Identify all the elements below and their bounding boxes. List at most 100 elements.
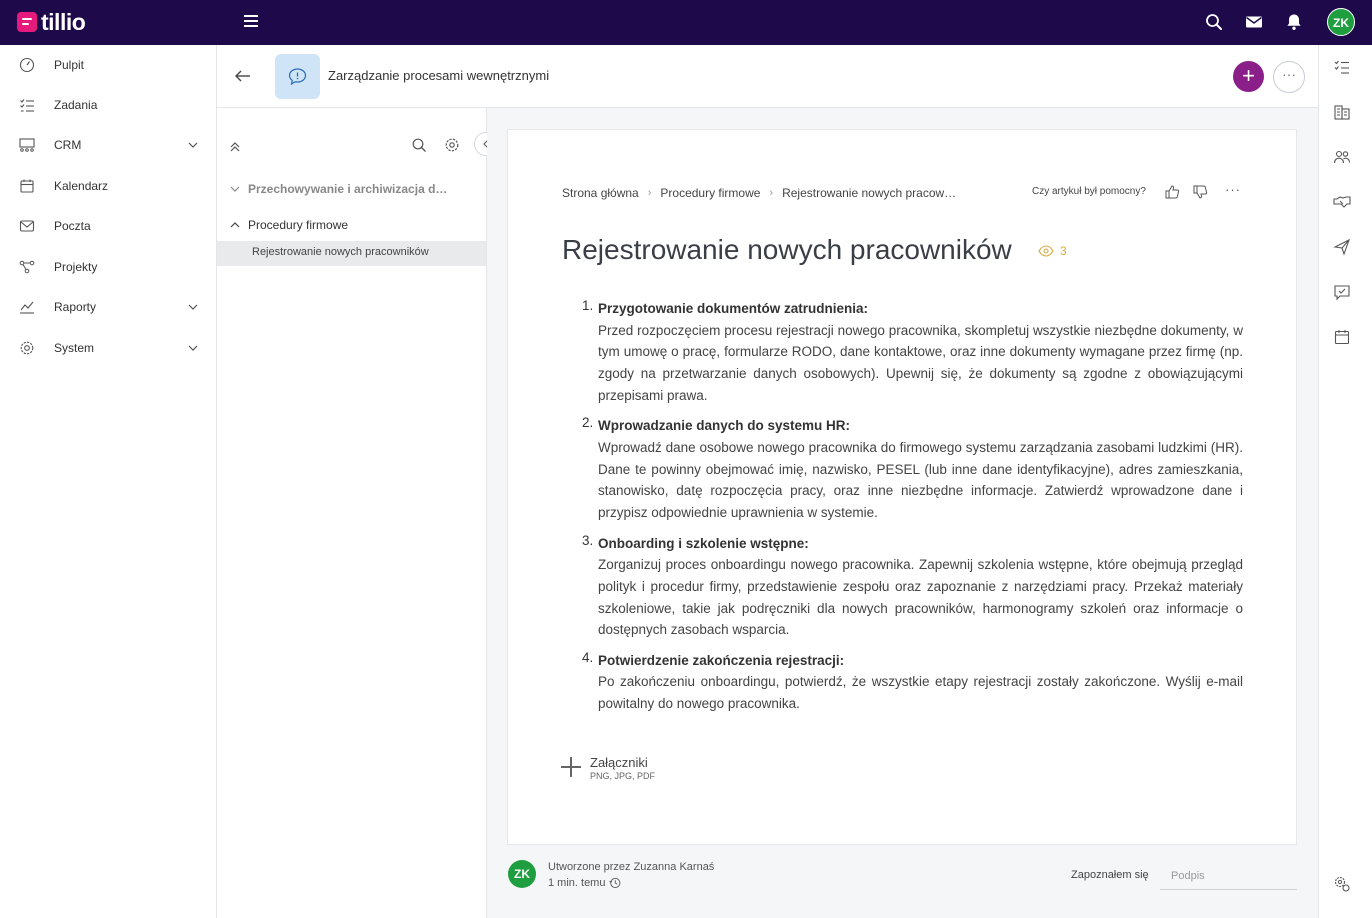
calendar-icon — [20, 179, 34, 193]
breadcrumb-item[interactable]: Procedury firmowe — [660, 186, 760, 200]
sidebar-item-poczta[interactable]: Poczta — [0, 208, 216, 244]
bell-icon[interactable] — [1284, 12, 1304, 32]
created-time-value: 1 min. temu — [548, 877, 606, 889]
calendar-icon[interactable] — [1333, 328, 1351, 346]
tree-node-procedures[interactable]: Procedury firmowe — [217, 212, 486, 238]
menu-toggle-button[interactable] — [244, 15, 258, 27]
step-title: Onboarding i szkolenie wstępne: — [598, 535, 809, 551]
hamburger-icon — [244, 15, 258, 17]
article-menu-button[interactable]: ··· — [1225, 182, 1241, 197]
handshake-icon[interactable] — [1333, 193, 1351, 211]
step-item: 2. Wprowadzanie danych do systemu HR: Wp… — [562, 415, 1243, 523]
sidebar-item-kalendarz[interactable]: Kalendarz — [0, 168, 216, 204]
sidebar-item-label: Projekty — [54, 260, 98, 274]
settings-user-icon[interactable] — [1333, 875, 1351, 893]
sidebar-item-raporty[interactable]: Raporty — [0, 289, 216, 325]
sidebar-item-label: CRM — [54, 138, 82, 152]
sidebar-item-zadania[interactable]: Zadania — [0, 87, 216, 123]
reports-icon — [20, 301, 34, 314]
sidebar-item-label: Kalendarz — [54, 179, 109, 193]
back-arrow-icon[interactable] — [234, 67, 252, 85]
view-count-value: 3 — [1060, 244, 1067, 258]
collapse-all-icon[interactable] — [227, 139, 243, 155]
step-text: Przed rozpoczęciem procesu rejestracji n… — [598, 322, 1243, 403]
tree-node-label: Przechowywanie i archiwizacja dokumentów — [248, 182, 453, 196]
created-time: 1 min. temu — [548, 877, 621, 889]
add-button[interactable]: + — [1233, 61, 1264, 92]
chevron-up-icon[interactable] — [230, 220, 240, 230]
step-item: 1. Przygotowanie dokumentów zatrudnienia… — [562, 298, 1243, 406]
history-icon[interactable] — [609, 877, 621, 889]
mail-icon — [19, 220, 35, 232]
chevron-down-icon[interactable] — [188, 140, 198, 150]
breadcrumb-item[interactable]: Strona główna — [562, 186, 639, 200]
tree-panel: Przechowywanie i archiwizacja dokumentów… — [217, 108, 487, 918]
step-text: Po zakończeniu onboardingu, potwierdź, ż… — [598, 674, 1243, 712]
sidebar-item-system[interactable]: System — [0, 330, 216, 366]
crm-icon — [19, 138, 35, 152]
more-options-button[interactable]: ··· — [1273, 61, 1305, 93]
send-icon[interactable] — [1333, 238, 1351, 256]
projects-icon — [19, 260, 35, 274]
step-text: Zorganizuj proces onboardingu nowego pra… — [598, 557, 1243, 638]
breadcrumb-current: Rejestrowanie nowych pracowników — [782, 186, 963, 200]
signature-input[interactable] — [1160, 862, 1297, 890]
gear-icon[interactable] — [444, 137, 460, 153]
building-icon[interactable] — [1333, 103, 1351, 121]
helpful-question: Czy artykuł był pomocny? — [1032, 186, 1146, 197]
dashboard-icon — [19, 57, 35, 73]
sidebar-item-label: Zadania — [54, 98, 98, 112]
step-title: Potwierdzenie zakończenia rejestracji: — [598, 652, 845, 668]
mail-icon[interactable] — [1244, 12, 1264, 32]
users-icon[interactable] — [1333, 148, 1351, 166]
sidebar-item-pulpit[interactable]: Pulpit — [0, 47, 216, 83]
breadcrumb-separator-icon: › — [647, 187, 652, 199]
top-bar: tillio ZK — [0, 0, 1372, 45]
article-steps: 1. Przygotowanie dokumentów zatrudnienia… — [562, 298, 1243, 724]
comment-check-icon[interactable] — [1333, 283, 1351, 301]
sidebar-item-label: System — [54, 341, 95, 355]
tree-node-label: Procedury firmowe — [248, 218, 349, 232]
app-name: tillio — [41, 9, 86, 35]
breadcrumb-separator-icon: › — [769, 187, 774, 199]
app-logo[interactable]: tillio — [17, 9, 86, 35]
plus-icon — [561, 755, 581, 777]
sidebar-item-label: Poczta — [54, 219, 91, 233]
search-icon[interactable] — [411, 137, 427, 153]
sidebar: Pulpit Zadania CRM Kalendarz Poczta Proj… — [0, 45, 217, 918]
search-icon[interactable] — [1204, 12, 1224, 32]
sidebar-item-label: Raporty — [54, 300, 97, 314]
chevron-down-icon[interactable] — [188, 343, 198, 353]
step-text: Wprowadź dane osobowe nowego pracownika … — [598, 439, 1243, 520]
sidebar-item-crm[interactable]: CRM — [0, 127, 216, 163]
view-count: 3 — [1038, 244, 1067, 258]
sidebar-item-projekty[interactable]: Projekty — [0, 249, 216, 285]
user-avatar[interactable]: ZK — [1327, 8, 1355, 36]
right-rail — [1318, 45, 1372, 918]
tasks-icon[interactable] — [1333, 58, 1351, 76]
add-attachment-button[interactable]: Załączniki PNG, JPG, PDF — [561, 755, 655, 781]
tree-node-archive[interactable]: Przechowywanie i archiwizacja dokumentów — [217, 176, 486, 202]
chevron-down-icon[interactable] — [188, 302, 198, 312]
thumbs-down-icon[interactable] — [1192, 184, 1208, 200]
step-number: 3. — [582, 532, 594, 548]
step-number: 4. — [582, 649, 594, 665]
step-title: Przygotowanie dokumentów zatrudnienia: — [598, 301, 869, 316]
step-item: 3. Onboarding i szkolenie wstępne: Zorga… — [562, 533, 1243, 641]
gear-icon — [20, 341, 34, 355]
page-title: Zarządzanie procesami wewnętrznymi — [328, 68, 550, 83]
thumbs-up-icon[interactable] — [1164, 184, 1180, 200]
author-avatar: ZK — [508, 860, 536, 888]
created-by: Utworzone przez Zuzanna Karnaś — [548, 861, 715, 873]
tasks-icon — [20, 99, 34, 112]
breadcrumb: Strona główna › Procedury firmowe › Reje… — [562, 186, 962, 200]
step-number: 1. — [582, 298, 594, 313]
attachment-text: Załączniki PNG, JPG, PDF — [590, 755, 655, 781]
acknowledge-label: Zapoznałem się — [1071, 869, 1149, 881]
hamburger-line — [244, 25, 258, 27]
attachment-formats: PNG, JPG, PDF — [590, 771, 656, 781]
step-item: 4. Potwierdzenie zakończenia rejestracji… — [562, 650, 1243, 715]
chevron-down-icon[interactable] — [230, 184, 240, 194]
chat-bubble-icon — [288, 68, 307, 86]
tree-child-selected[interactable]: Rejestrowanie nowych pracowników — [217, 241, 486, 266]
